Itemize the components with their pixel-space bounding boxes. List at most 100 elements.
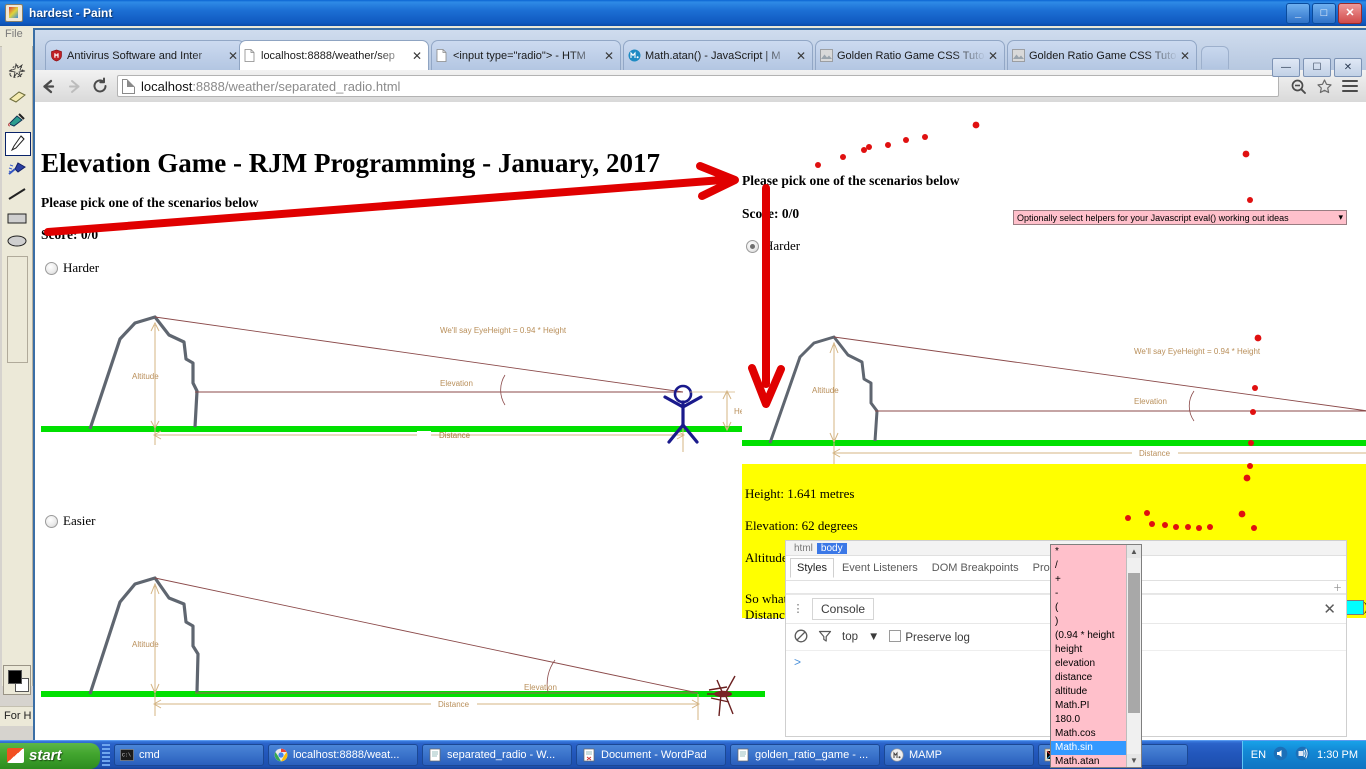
taskbar-item-wordpad[interactable]: Document - WordPad — [576, 744, 726, 766]
tab-styles[interactable]: Styles — [790, 558, 834, 578]
overlay-prompt: Please pick one of the scenarios below — [742, 173, 959, 189]
foreground-color-swatch[interactable] — [8, 670, 22, 684]
taskbar-item-cmd[interactable]: C:\ cmd — [114, 744, 264, 766]
taskbar-item-label: MAMP — [909, 749, 942, 761]
cmd-icon: C:\ — [120, 748, 134, 762]
tab-close-icon[interactable]: ✕ — [986, 50, 1000, 62]
checkbox-box[interactable] — [889, 630, 901, 642]
tab-close-icon[interactable]: ✕ — [226, 50, 240, 62]
paint-close-button[interactable]: ✕ — [1338, 3, 1362, 24]
clear-console-icon[interactable] — [794, 629, 808, 646]
scroll-up-arrow-icon[interactable]: ▲ — [1127, 545, 1141, 558]
browser-tab-2[interactable]: <input type="radio"> - HTM ✕ — [431, 40, 621, 70]
helper-select-banner[interactable]: Optionally select helpers for your Javas… — [1013, 210, 1347, 225]
tab-strip: Antivirus Software and Inter ✕ localhost… — [35, 30, 1366, 70]
radio-easier-label: Easier — [63, 513, 95, 529]
tab-label: Antivirus Software and Inter — [67, 50, 226, 62]
mamp-icon — [890, 748, 904, 762]
tab-label: <input type="radio"> - HTM — [453, 50, 602, 62]
chevron-down-icon[interactable]: ▾ — [1338, 212, 1343, 223]
start-button[interactable]: start — [0, 743, 100, 769]
paint-title-bar: hardest - Paint _ □ ✕ — [0, 0, 1366, 26]
paint-file-menu[interactable]: File — [5, 28, 23, 40]
paint-maximize-button[interactable]: □ — [1312, 3, 1336, 24]
taskbar-item-golden-ratio-game[interactable]: golden_ratio_game - ... — [730, 744, 880, 766]
free-form-select-icon[interactable] — [5, 60, 29, 82]
browser-tab-5[interactable]: Golden Ratio Game CSS Tuto ✕ — [1007, 40, 1197, 70]
browser-tab-1[interactable]: localhost:8888/weather/sep ✕ — [239, 40, 429, 70]
address-bar[interactable]: localhost:8888/weather/separated_radio.h… — [117, 75, 1279, 97]
line-icon[interactable] — [5, 183, 29, 205]
taskbar-item-chrome[interactable]: localhost:8888/weat... — [268, 744, 418, 766]
radio-harder-input[interactable] — [45, 262, 58, 275]
tab-close-icon[interactable]: ✕ — [410, 50, 424, 62]
console-context-selector[interactable]: top — [842, 631, 858, 643]
scrollbar-thumb[interactable] — [1128, 573, 1140, 713]
preserve-log-checkbox[interactable]: Preserve log — [889, 630, 970, 644]
tab-label: Golden Ratio Game CSS Tuto — [1029, 50, 1178, 62]
eraser-icon[interactable] — [5, 86, 29, 108]
scroll-down-arrow-icon[interactable]: ▼ — [1127, 754, 1141, 767]
tab-close-icon[interactable]: ✕ — [602, 50, 616, 62]
tab-event-listeners[interactable]: Event Listeners — [836, 559, 924, 577]
filter-icon[interactable] — [818, 629, 832, 646]
fill-icon[interactable] — [5, 109, 29, 131]
chrome-restore-button[interactable]: ☐ — [1303, 58, 1331, 77]
radio-option-harder[interactable]: Harder — [45, 260, 99, 276]
helper-banner-label: Optionally select helpers for your Javas… — [1017, 213, 1289, 223]
dropdown-scrollbar[interactable]: ▲ ▼ — [1126, 545, 1141, 767]
result-height: Height: 1.641 metres — [745, 486, 854, 502]
browser-tab-4[interactable]: Golden Ratio Game CSS Tuto ✕ — [815, 40, 1005, 70]
svg-text:Altitude: Altitude — [812, 386, 839, 395]
image-icon — [1012, 49, 1025, 62]
drawer-tab-console[interactable]: Console — [812, 598, 874, 620]
radio-easier-input[interactable] — [45, 515, 58, 528]
clock[interactable]: 1:30 PM — [1317, 749, 1358, 761]
back-icon[interactable] — [35, 73, 61, 99]
chrome-close-button[interactable]: ✕ — [1334, 58, 1362, 77]
browser-tab-3[interactable]: Math.atan() - JavaScript | M ✕ — [623, 40, 813, 70]
svg-text:C:\: C:\ — [122, 753, 131, 759]
taskbar-item-label: cmd — [139, 749, 160, 761]
tab-dom-breakpoints[interactable]: DOM Breakpoints — [926, 559, 1025, 577]
helper-dropdown-list[interactable]: * / + - ( ) (0.94 * height height elevat… — [1050, 544, 1142, 768]
paint-minimize-button[interactable]: _ — [1286, 3, 1310, 24]
paint-color-swatch[interactable] — [3, 665, 31, 695]
language-indicator[interactable]: EN — [1251, 749, 1266, 761]
image-icon — [820, 49, 833, 62]
taskbar-item-separated-radio[interactable]: separated_radio - W... — [422, 744, 572, 766]
chevron-down-icon[interactable]: ▼ — [868, 631, 879, 643]
taskbar-item-label: separated_radio - W... — [447, 749, 555, 761]
taskbar-item-mamp[interactable]: MAMP — [884, 744, 1034, 766]
tab-close-icon[interactable]: ✕ — [1178, 50, 1192, 62]
reload-icon[interactable] — [87, 73, 113, 99]
overlay-radio-option-harder[interactable]: Harder — [746, 238, 800, 254]
result-elevation: Elevation: 62 degrees — [745, 518, 858, 534]
brush-icon[interactable] — [5, 158, 29, 180]
chrome-minimize-button[interactable]: — — [1272, 58, 1300, 77]
rectangle-icon[interactable] — [5, 207, 29, 229]
volume-icon[interactable] — [1273, 746, 1288, 764]
overlay-radio-harder-input[interactable] — [746, 240, 759, 253]
tab-close-icon[interactable]: ✕ — [794, 50, 808, 62]
pencil-icon[interactable] — [5, 132, 31, 156]
add-style-rule-icon[interactable]: ＋ — [1333, 581, 1342, 594]
breadcrumb-node-html[interactable]: html — [790, 543, 817, 554]
windows-logo-icon — [7, 748, 24, 763]
svg-text:Distance: Distance — [438, 700, 470, 709]
kebab-menu-icon[interactable]: ⋮ — [786, 605, 810, 613]
taskbar-grip — [102, 744, 110, 766]
svg-text:Elevation: Elevation — [524, 683, 557, 692]
ellipse-icon[interactable] — [5, 230, 29, 252]
new-tab-button[interactable] — [1201, 46, 1229, 69]
network-icon[interactable] — [1295, 746, 1310, 764]
system-tray: EN 1:30 PM — [1242, 741, 1366, 769]
browser-tab-0[interactable]: Antivirus Software and Inter ✕ — [45, 40, 245, 70]
wordpad-icon — [582, 748, 596, 762]
tab-label: Math.atan() - JavaScript | M — [645, 50, 794, 62]
breadcrumb-node-body[interactable]: body — [817, 543, 847, 554]
overlay-score-label: Score: 0/0 — [742, 206, 799, 222]
close-icon[interactable]: ✕ — [1323, 600, 1336, 618]
page-title: Elevation Game - RJM Programming - Janua… — [41, 148, 660, 179]
radio-option-easier[interactable]: Easier — [45, 513, 95, 529]
